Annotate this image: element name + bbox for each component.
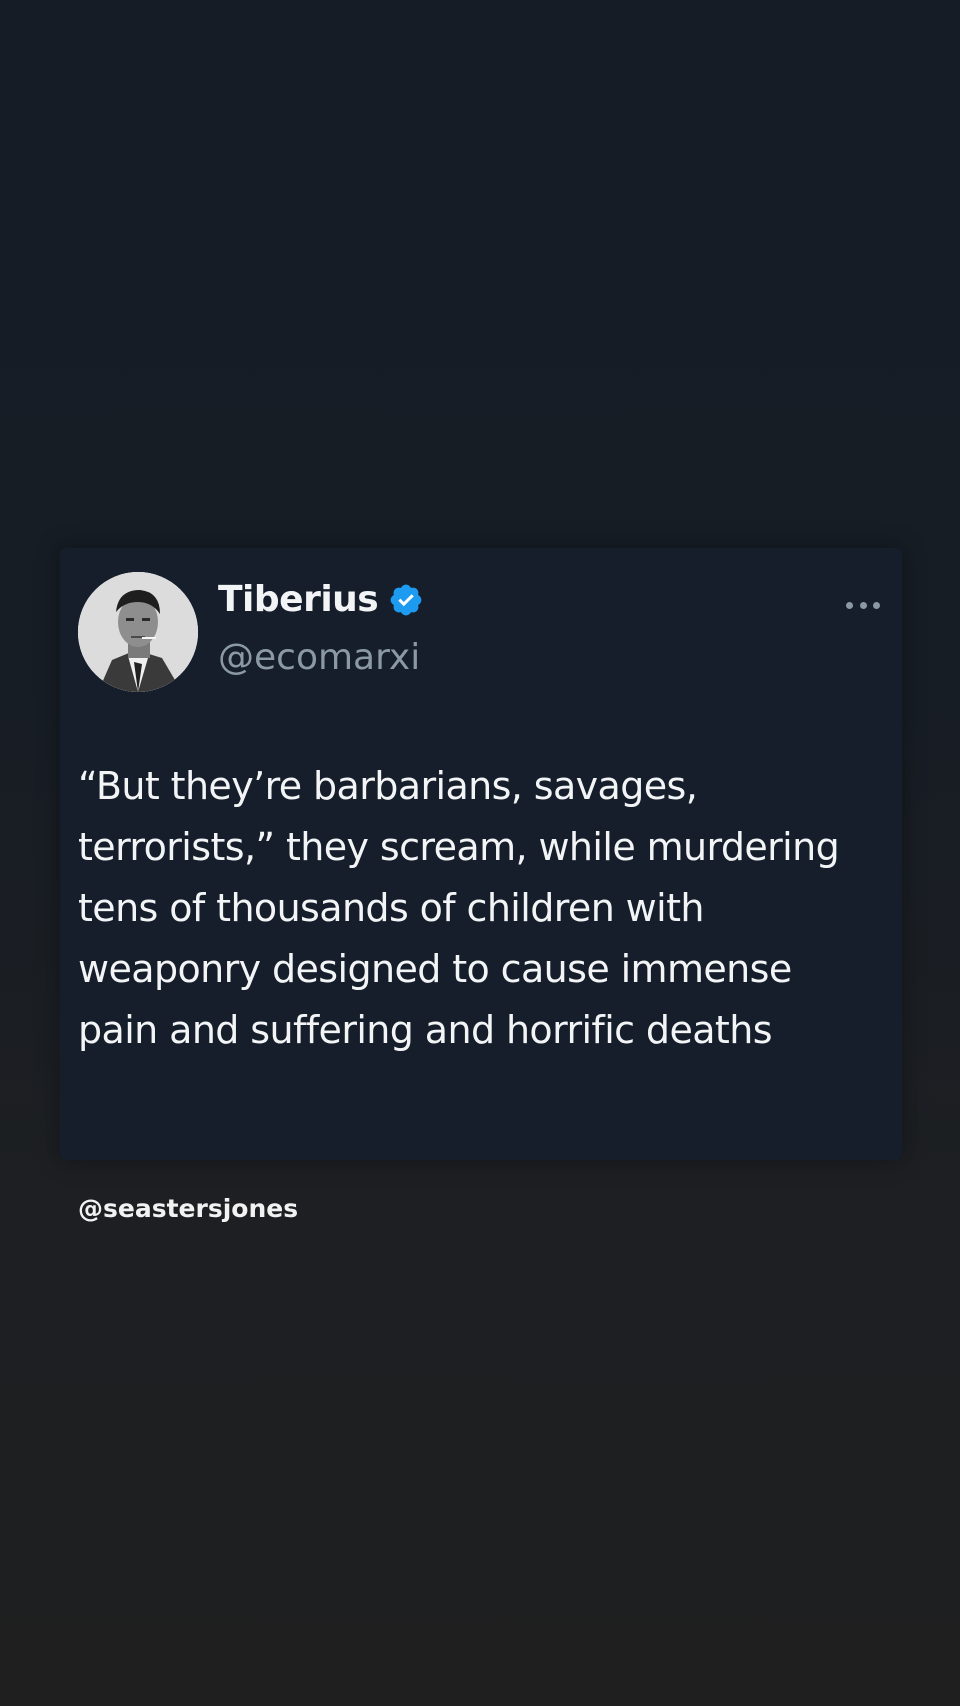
tweet-text: “But they’re barbarians, savages, terror…: [78, 764, 840, 1052]
tweet-card[interactable]: Tiberius @ecomarxi “But they’re barbaria…: [60, 548, 902, 1160]
credit-handle: @seastersjones: [78, 1194, 299, 1223]
more-dot: [846, 601, 853, 609]
avatar[interactable]: [78, 572, 198, 692]
more-dot: [873, 601, 880, 609]
more-dot: [859, 601, 867, 609]
more-horizontal-icon[interactable]: [846, 600, 880, 610]
verified-badge-icon: [388, 582, 424, 618]
display-name[interactable]: Tiberius: [218, 582, 379, 618]
name-row: Tiberius: [218, 582, 424, 618]
user-handle[interactable]: @ecomarxi: [218, 640, 420, 676]
avatar-photo: [78, 572, 198, 692]
